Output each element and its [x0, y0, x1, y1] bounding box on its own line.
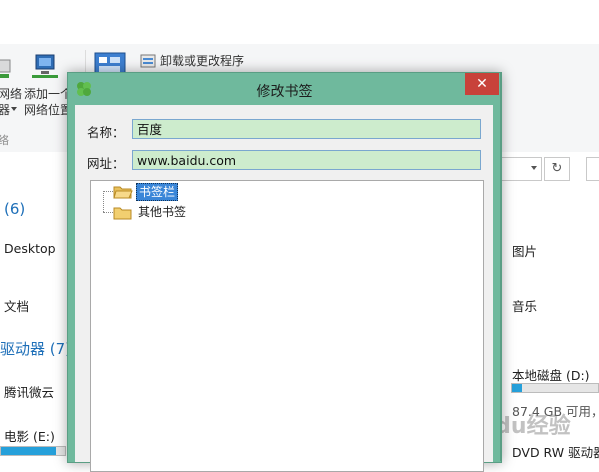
- window-top-edge: [0, 0, 599, 18]
- search-box[interactable]: [586, 157, 599, 181]
- folder-desktop[interactable]: Desktop: [4, 241, 56, 256]
- open-folder-icon: [113, 184, 133, 200]
- drive-local-d[interactable]: 本地磁盘 (D:): [512, 365, 590, 384]
- tree-connector-line: [103, 191, 113, 192]
- folder-pictures[interactable]: 图片: [512, 241, 537, 260]
- tree-item-label: 书签栏: [136, 183, 179, 201]
- folder-documents[interactable]: 文档: [4, 296, 29, 315]
- name-input[interactable]: 百度: [132, 119, 481, 139]
- drive-local-d-usage-bar: [511, 383, 599, 393]
- add-network-location-icon[interactable]: [32, 52, 62, 82]
- chevron-down-icon[interactable]: [11, 107, 17, 111]
- dialog-body: 名称： 百度 网址： www.baidu.com 书签栏 其他书签: [75, 105, 493, 472]
- close-button[interactable]: ✕: [465, 73, 499, 95]
- bookmark-folder-tree[interactable]: 书签栏 其他书签: [90, 180, 484, 472]
- explorer-tab-strip: [0, 17, 599, 45]
- tree-connector-line: [103, 191, 104, 212]
- drive-local-d-usage-fill: [512, 384, 523, 392]
- refresh-icon: ↻: [551, 161, 563, 176]
- name-label: 名称：: [87, 125, 125, 140]
- uninstall-program-button[interactable]: 卸载或更改程序: [160, 53, 244, 69]
- dialog-title-bar[interactable]: 修改书签 ✕: [68, 73, 501, 105]
- edit-bookmark-dialog: 修改书签 ✕ 名称： 百度 网址： www.baidu.com 书签栏 其他书签: [67, 72, 502, 472]
- add-network-location-label-2[interactable]: 网络位置: [24, 102, 72, 118]
- map-network-drive-label[interactable]: 网络: [0, 86, 22, 102]
- drive-movies[interactable]: 电影 (E:): [4, 426, 55, 445]
- drive-movies-usage-fill: [1, 447, 57, 455]
- drives-section-header[interactable]: 驱动器 (7): [0, 338, 71, 359]
- drive-tencent-cloud[interactable]: 腾讯微云: [4, 382, 54, 401]
- url-label: 网址：: [87, 156, 125, 171]
- map-network-drive-label-2[interactable]: 器: [0, 102, 10, 118]
- folder-icon: [113, 205, 133, 221]
- refresh-button[interactable]: ↻: [544, 157, 570, 181]
- add-network-location-label[interactable]: 添加一个: [24, 86, 72, 102]
- uninstall-program-icon[interactable]: [140, 54, 156, 68]
- network-group-label: 络: [0, 134, 9, 147]
- drive-movies-usage-bar: [0, 446, 66, 456]
- dropdown-chevron-icon[interactable]: [531, 166, 537, 170]
- map-network-drive-icon[interactable]: [0, 54, 14, 82]
- drive-dvd[interactable]: DVD RW 驱动器: [512, 442, 599, 461]
- folders-section-count[interactable]: (6): [4, 200, 25, 218]
- folder-music[interactable]: 音乐: [512, 296, 537, 315]
- tree-item-label: 其他书签: [138, 205, 187, 219]
- dialog-title: 修改书签: [256, 84, 313, 100]
- url-input[interactable]: www.baidu.com: [132, 150, 481, 170]
- close-icon: ✕: [476, 76, 488, 92]
- dialog-right-edge: [500, 72, 501, 461]
- tree-connector-line: [103, 212, 113, 213]
